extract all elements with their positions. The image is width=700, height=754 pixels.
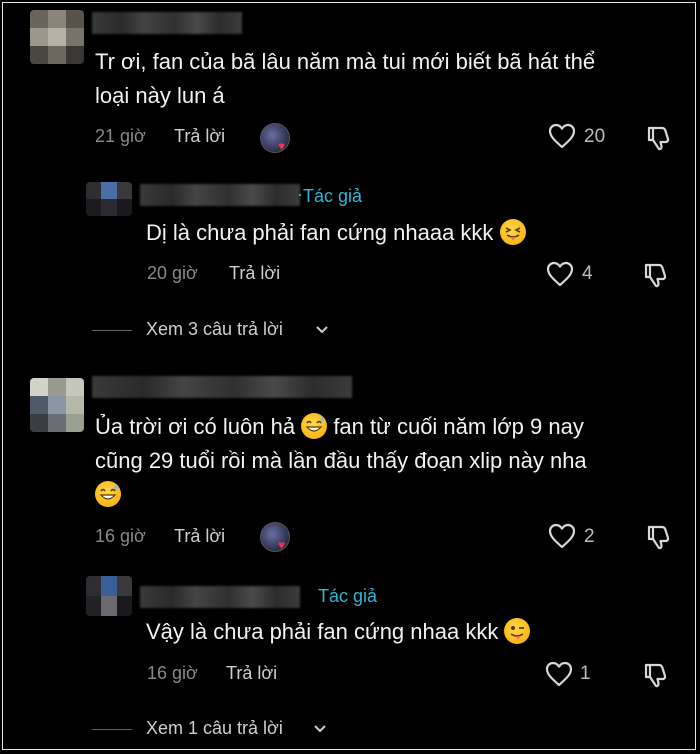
- chevron-down-icon[interactable]: [314, 323, 330, 337]
- avatar[interactable]: [30, 378, 84, 432]
- reply-button[interactable]: Trả lời: [226, 663, 277, 684]
- squinting-tongue-emoji: [499, 219, 526, 245]
- view-more-label[interactable]: Xem 3 câu trả lời: [146, 319, 283, 340]
- thumbs-down-icon[interactable]: [642, 261, 670, 289]
- heart-outline-icon[interactable]: [548, 523, 576, 549]
- author-tag-dot: ·: [297, 184, 303, 204]
- thumbs-down-icon[interactable]: [642, 661, 670, 689]
- like-count: 1: [580, 663, 591, 684]
- username-blurred[interactable]: [140, 586, 300, 608]
- thumbs-down-icon[interactable]: [645, 124, 673, 152]
- username-blurred[interactable]: [92, 376, 352, 398]
- comment-text: Ủa trời ơi có luôn hả fan từ cuối năm lớ…: [95, 410, 685, 512]
- divider: [92, 330, 132, 331]
- reply-time: 16 giờ: [147, 663, 198, 683]
- like-count: 2: [584, 526, 595, 547]
- reply-button[interactable]: Trả lời: [174, 126, 225, 147]
- username-blurred[interactable]: [140, 184, 300, 206]
- view-more-label[interactable]: Xem 1 câu trả lời: [146, 718, 283, 739]
- divider: [92, 729, 132, 730]
- comment-time: 16 giờ: [95, 526, 146, 546]
- heart-outline-icon[interactable]: [548, 123, 576, 149]
- reply-button[interactable]: Trả lời: [229, 263, 280, 284]
- avatar[interactable]: [30, 10, 84, 64]
- winking-tongue-emoji: [504, 618, 531, 644]
- reply-button[interactable]: Trả lời: [174, 526, 225, 547]
- thumbs-down-icon[interactable]: [645, 523, 673, 551]
- author-tag: Tác giả: [303, 186, 363, 206]
- avatar[interactable]: [86, 576, 132, 616]
- comment-time: 21 giờ: [95, 126, 146, 146]
- avatar[interactable]: [86, 182, 132, 216]
- grinning-sweat-emoji: [301, 413, 328, 439]
- reply-text: Dị là chưa phải fan cứng nhaaa kkk: [146, 216, 526, 250]
- reply-text: Vậy là chưa phải fan cứng nhaa kkk: [146, 615, 531, 649]
- username-blurred[interactable]: [92, 12, 242, 34]
- reply-time: 20 giờ: [147, 263, 198, 283]
- grinning-sweat-emoji: [95, 481, 121, 507]
- heart-outline-icon[interactable]: [546, 261, 574, 287]
- heart-outline-icon[interactable]: [545, 661, 573, 687]
- chevron-down-icon[interactable]: [312, 722, 328, 736]
- comment-text: Tr ơi, fan của bã lâu năm mà tui mới biế…: [95, 49, 596, 108]
- author-tag: Tác giả: [318, 586, 378, 606]
- like-count: 4: [582, 263, 593, 284]
- like-count: 20: [584, 126, 606, 147]
